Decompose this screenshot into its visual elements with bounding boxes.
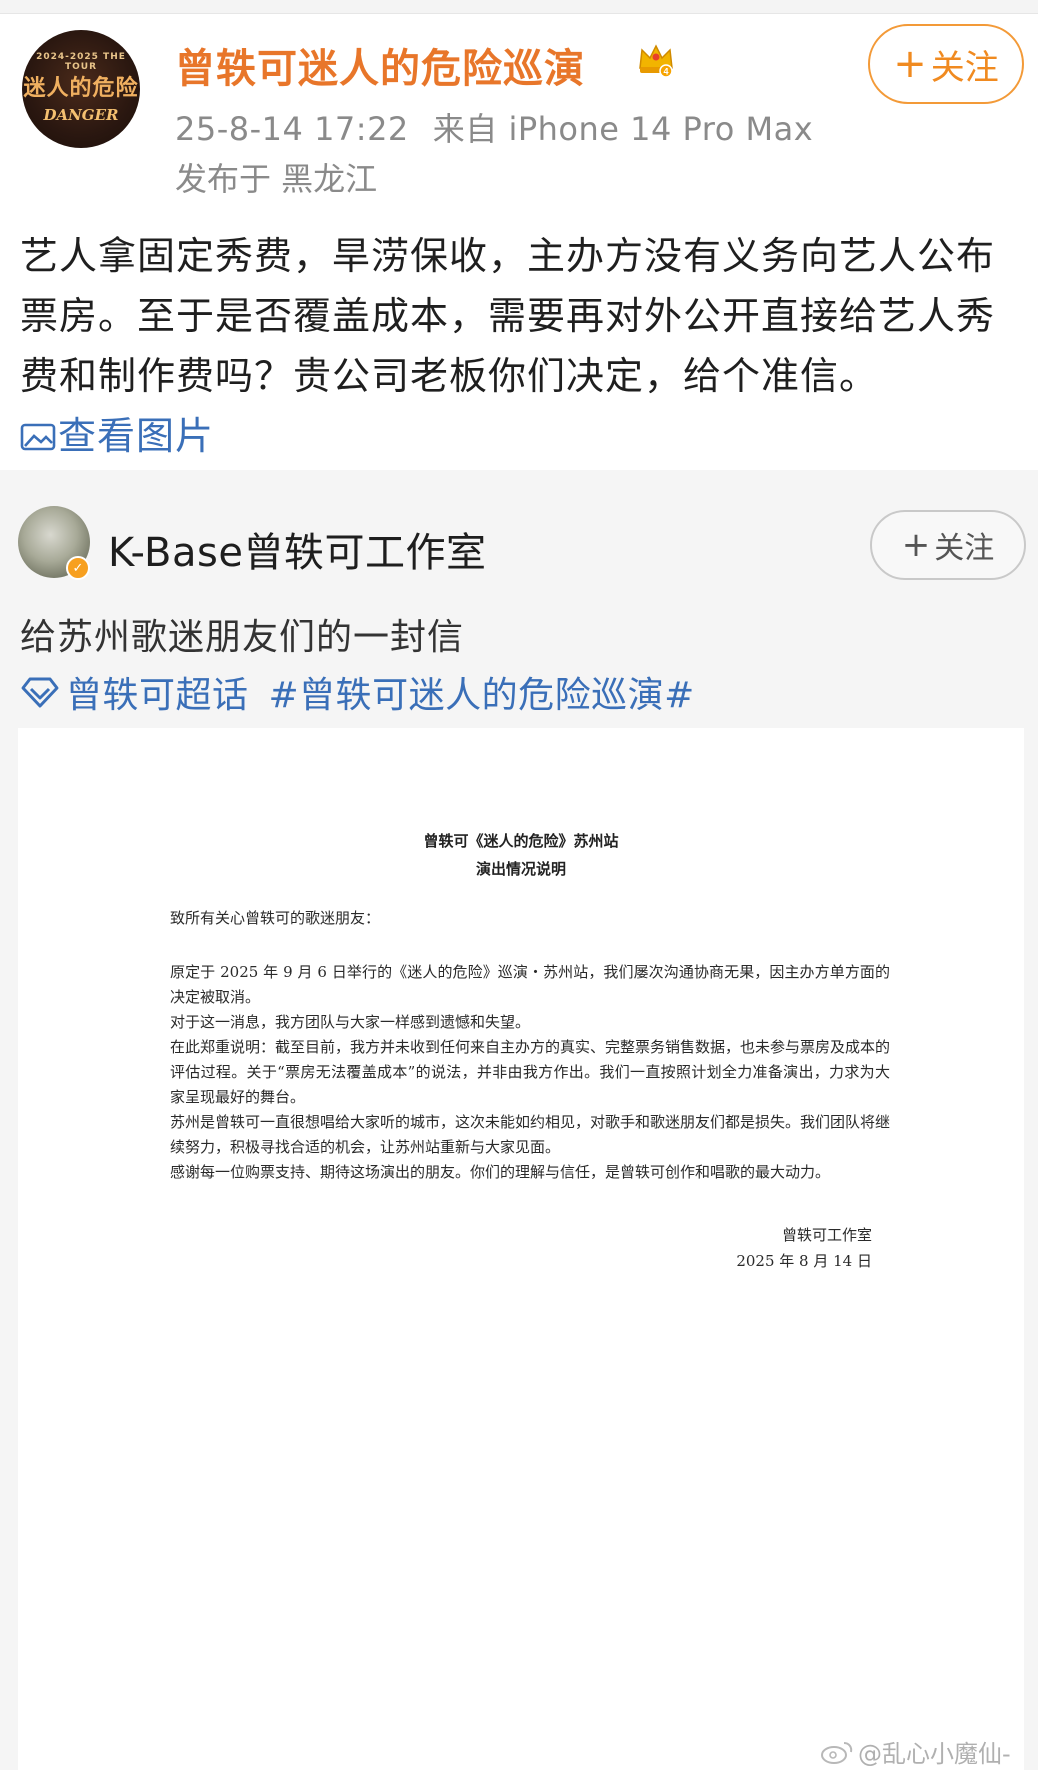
follow-button-label: 关注: [930, 47, 999, 88]
statement-body: 原定于 2025 年 9 月 6 日举行的《迷人的危险》巡演・苏州站，我们屡次沟…: [170, 960, 890, 1185]
repost-text: 给苏州歌迷朋友们的一封信: [20, 617, 465, 658]
topic-links: 曾轶可超话 #曾轶可迷人的危险巡演#: [20, 666, 695, 718]
plus-icon: +: [901, 525, 931, 565]
see-image-link[interactable]: 查看图片: [20, 414, 214, 458]
avatar-tour-text: 2024-2025 THE TOUR: [36, 52, 126, 72]
verified-badge-icon: ✓: [66, 556, 90, 580]
svg-text:4: 4: [663, 67, 668, 77]
hashtag-link[interactable]: #曾轶可迷人的危险巡演#: [269, 666, 695, 718]
supertopic-diamond-icon: [21, 677, 59, 708]
post-meta: 25-8-14 17:22 来自 iPhone 14 Pro Max: [175, 104, 813, 150]
statement-title: 曾轶可《迷人的危险》苏州站: [423, 832, 619, 850]
statement-signature: 曾轶可工作室: [781, 1226, 872, 1244]
statement-paragraph: 苏州是曾轶可一直很想唱给大家听的城市，这次未能如约相见，对歌手和歌迷朋友们都是损…: [170, 1113, 891, 1156]
author-avatar[interactable]: 2024-2025 THE TOUR 迷人的危险 DANGER: [22, 30, 140, 148]
plus-icon: +: [893, 41, 927, 87]
post-body: 艺人拿固定秀费，旱涝保收，主办方没有义务向艺人公布票房。至于是否覆盖成本，需要再…: [20, 226, 1020, 466]
statement-date: 2025 年 8 月 14 日: [736, 1252, 872, 1270]
avatar-title-text: 迷人的危险: [23, 76, 139, 101]
supertopic-link[interactable]: 曾轶可超话: [66, 666, 249, 718]
author-name[interactable]: 曾轶可迷人的危险巡演: [175, 36, 585, 94]
weibo-logo-icon: [821, 1741, 853, 1764]
repost-author-name[interactable]: K-Base曾轶可工作室: [108, 520, 486, 578]
repost-follow-button[interactable]: + 关注: [870, 510, 1026, 580]
avatar-danger-text: DANGER: [43, 106, 119, 124]
statement-paragraph: 感谢每一位购票支持、期待这场演出的朋友。你们的理解与信任，是曾轶可创作和唱歌的最…: [170, 1163, 831, 1181]
post-location: 发布于 黑龙江: [175, 160, 378, 198]
image-icon: [20, 423, 56, 451]
repost-follow-label: 关注: [934, 531, 995, 566]
post-text: 艺人拿固定秀费，旱涝保收，主办方没有义务向艺人公布票房。至于是否覆盖成本，需要再…: [20, 234, 996, 398]
follow-button[interactable]: + 关注: [868, 24, 1024, 104]
crown-badge-icon: 4: [639, 44, 673, 78]
statement-paragraph: 原定于 2025 年 9 月 6 日举行的《迷人的危险》巡演・苏州站，我们屡次沟…: [170, 963, 890, 1006]
see-image-label: 查看图片: [58, 414, 215, 458]
watermark: @乱心小魔仙-: [820, 1734, 1011, 1769]
statement-subtitle: 演出情况说明: [475, 860, 566, 878]
post-time: 25-8-14 17:22: [175, 110, 409, 148]
watermark-text: @乱心小魔仙-: [858, 1740, 1011, 1768]
statement-paragraph: 在此郑重说明：截至目前，我方并未收到任何来自主办方的真实、完整票务销售数据，也未…: [170, 1038, 891, 1106]
statement-greeting: 致所有关心曾轶可的歌迷朋友：: [170, 909, 381, 927]
top-divider: [0, 0, 1038, 14]
post-source: 来自 iPhone 14 Pro Max: [432, 110, 814, 148]
statement-image[interactable]: 曾轶可《迷人的危险》苏州站 演出情况说明 致所有关心曾轶可的歌迷朋友： 原定于 …: [18, 728, 1024, 1770]
statement-paragraph: 对于这一消息，我方团队与大家一样感到遗憾和失望。: [170, 1013, 531, 1031]
